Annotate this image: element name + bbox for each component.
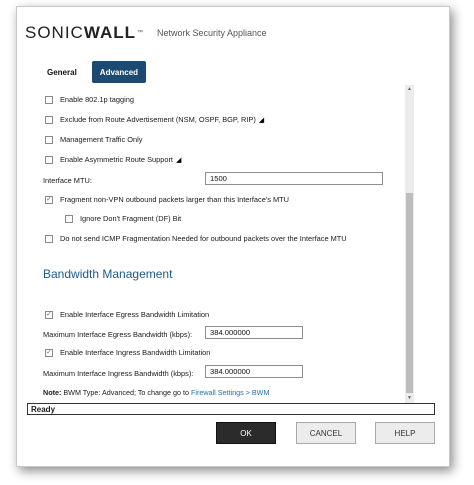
logo-trademark: ™ <box>137 30 144 36</box>
ingress-enable-checkbox[interactable] <box>45 348 53 357</box>
egress-max-label: Maximum Interface Egress Bandwidth (kbps… <box>43 330 193 339</box>
logo-text-wall: WALL <box>83 23 136 42</box>
egress-enable-checkbox[interactable] <box>45 310 53 319</box>
fragment-label: Fragment non-VPN outbound packets larger… <box>60 195 289 204</box>
cancel-button[interactable]: CANCEL <box>296 422 356 444</box>
enable-8021p-checkbox[interactable] <box>45 95 53 104</box>
brand-header: SONIC WALL ™ Network Security Appliance <box>25 23 267 43</box>
info-marker-icon: ◢ <box>175 156 182 164</box>
egress-enable-label: Enable Interface Egress Bandwidth Limita… <box>60 310 210 319</box>
firewall-settings-bwm-link[interactable]: Firewall Settings > BWM <box>191 388 269 397</box>
logo-text-sonic: SONIC <box>25 23 84 42</box>
scrollbar-thumb[interactable] <box>406 193 413 393</box>
bandwidth-section-title: Bandwidth Management <box>43 267 173 281</box>
note-prefix: Note: <box>43 388 62 397</box>
no-icmp-frag-checkbox[interactable] <box>45 234 53 243</box>
exclude-route-adv-checkbox[interactable] <box>45 115 53 124</box>
option-mgmt-traffic-only[interactable]: Management Traffic Only <box>45 135 142 144</box>
scroll-up-arrow-icon[interactable]: ▲ <box>405 85 414 94</box>
mgmt-traffic-only-checkbox[interactable] <box>45 135 53 144</box>
tab-bar: General Advanced <box>39 61 147 83</box>
asym-route-label: Enable Asymmetric Route Support <box>60 155 173 164</box>
info-marker-icon: ◢ <box>258 116 265 124</box>
ignore-df-label: Ignore Don't Fragment (DF) Bit <box>80 214 182 223</box>
mtu-label: Interface MTU: <box>43 176 92 185</box>
option-enable-8021p[interactable]: Enable 802.1p tagging <box>45 95 134 104</box>
ok-button[interactable]: OK <box>216 422 276 444</box>
asym-route-checkbox[interactable] <box>45 155 53 164</box>
option-ingress-enable[interactable]: Enable Interface Ingress Bandwidth Limit… <box>45 348 210 357</box>
fragment-checkbox[interactable] <box>45 195 53 204</box>
option-fragment[interactable]: Fragment non-VPN outbound packets larger… <box>45 195 289 204</box>
product-name: Network Security Appliance <box>157 28 267 38</box>
tab-general[interactable]: General <box>39 61 85 83</box>
settings-scroll-area: Enable 802.1p tagging Exclude from Route… <box>17 85 417 403</box>
help-button[interactable]: HELP <box>375 422 435 444</box>
status-bar: Ready <box>27 403 435 415</box>
ingress-enable-label: Enable Interface Ingress Bandwidth Limit… <box>60 348 211 357</box>
ingress-max-input[interactable]: 384.000000 <box>205 365 303 378</box>
option-egress-enable[interactable]: Enable Interface Egress Bandwidth Limita… <box>45 310 209 319</box>
ignore-df-checkbox[interactable] <box>65 214 73 223</box>
egress-max-input[interactable]: 384.000000 <box>205 326 303 339</box>
mtu-input[interactable]: 1500 <box>205 172 383 185</box>
option-no-icmp-frag[interactable]: Do not send ICMP Fragmentation Needed fo… <box>45 234 347 243</box>
option-exclude-route-adv[interactable]: Exclude from Route Advertisement (NSM, O… <box>45 115 264 124</box>
exclude-route-adv-label: Exclude from Route Advertisement (NSM, O… <box>60 115 256 124</box>
no-icmp-frag-label: Do not send ICMP Fragmentation Needed fo… <box>60 234 347 243</box>
scroll-down-arrow-icon[interactable]: ▼ <box>405 394 414 403</box>
option-ignore-df[interactable]: Ignore Don't Fragment (DF) Bit <box>65 214 181 223</box>
dialog-window: SONIC WALL ™ Network Security Appliance Ge… <box>16 6 450 467</box>
sonicwall-logo: SONIC WALL ™ <box>25 23 144 43</box>
mgmt-traffic-only-label: Management Traffic Only <box>60 135 143 144</box>
enable-8021p-label: Enable 802.1p tagging <box>60 95 134 104</box>
tab-advanced[interactable]: Advanced <box>91 61 147 83</box>
option-asym-route[interactable]: Enable Asymmetric Route Support ◢ <box>45 155 181 164</box>
bwm-note: Note: BWM Type: Advanced; To change go t… <box>43 388 269 397</box>
note-text: BWM Type: Advanced; To change go to <box>61 388 191 397</box>
ingress-max-label: Maximum Interface Ingress Bandwidth (kbp… <box>43 369 194 378</box>
vertical-scrollbar[interactable]: ▲ ▼ <box>405 85 414 403</box>
